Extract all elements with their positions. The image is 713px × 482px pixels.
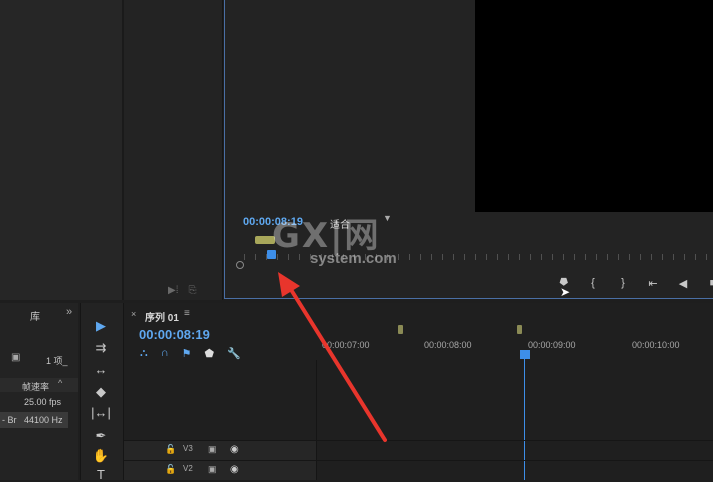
camera-icon[interactable]: ▣ <box>208 444 217 455</box>
close-icon[interactable]: × <box>131 309 136 319</box>
ruler-tick <box>662 254 663 260</box>
linked-selection-icon[interactable]: ⚑ <box>182 347 192 360</box>
zoom-handle-icon[interactable] <box>236 261 244 269</box>
ruler-tick <box>563 254 564 260</box>
settings-wrench-icon[interactable]: 🔧 <box>227 347 241 360</box>
ruler-tick <box>629 254 630 260</box>
frame-rate-column-header[interactable]: 帧速率 <box>22 380 49 393</box>
ruler-tick <box>574 254 575 260</box>
audio-label: - Br <box>2 415 17 425</box>
stop-icon[interactable]: ■ <box>698 277 713 290</box>
selection-tool-icon[interactable]: ▶ <box>91 318 111 334</box>
pen-tool-icon[interactable]: ✒ <box>91 428 111 444</box>
add-marker-icon[interactable]: ⬟ <box>204 347 214 360</box>
source-bottom-icons: ▶⁞ ⎘ <box>168 285 196 296</box>
ruler-tick <box>618 254 619 260</box>
ruler-tick <box>508 254 509 260</box>
track-name: V3 <box>183 444 193 453</box>
sort-arrow-icon[interactable]: ^ <box>58 378 62 388</box>
lock-icon[interactable]: 🔓 <box>165 464 176 475</box>
sequence-tab[interactable]: 序列 01 <box>145 309 179 324</box>
panel-menu-icon[interactable]: ≡ <box>184 308 190 319</box>
ruler-tick <box>486 254 487 260</box>
ruler-tick <box>596 254 597 260</box>
fps-value: 25.00 fps <box>24 397 62 407</box>
export-icon[interactable]: ▶⁞ <box>168 285 178 296</box>
audio-sample-rate: 44100 Hz <box>24 415 63 425</box>
ruler-tick <box>464 254 465 260</box>
ruler-tick <box>398 254 399 260</box>
go-to-in-icon[interactable]: ⇤ <box>638 277 668 290</box>
item-count: 1 项_ <box>46 356 68 366</box>
mouse-cursor-icon: ➤ <box>560 285 571 299</box>
eye-icon[interactable]: ◉ <box>230 444 239 455</box>
nest-icon[interactable]: ⛬ <box>140 347 148 360</box>
ruler-tick <box>255 254 256 260</box>
timeline-timecode[interactable]: 00:00:08:19 <box>139 327 210 342</box>
mark-in-icon[interactable]: { <box>578 277 608 290</box>
ruler-tick <box>431 254 432 260</box>
mark-out-icon[interactable]: } <box>608 277 638 290</box>
ruler-tick <box>244 254 245 260</box>
eye-icon[interactable]: ◉ <box>230 464 239 475</box>
transport-controls: ⯂{}⇤◀■ <box>548 277 713 290</box>
chevron-down-icon[interactable]: ▼ <box>383 213 392 223</box>
ruler-tick <box>552 254 553 260</box>
ruler-tick <box>640 254 641 260</box>
ruler-tick <box>420 254 421 260</box>
ruler-marker[interactable] <box>517 325 522 334</box>
slip-tool-icon[interactable]: |↔| <box>91 405 111 420</box>
insert-icon[interactable]: ⎘ <box>188 285 196 296</box>
ruler-tick <box>585 254 586 260</box>
ruler-tick <box>706 254 707 260</box>
ripple-edit-tool-icon[interactable]: ↔ <box>91 362 111 377</box>
track-select-tool-icon[interactable]: ⇉ <box>91 340 111 356</box>
source-inner-panel <box>0 0 124 300</box>
ruler-tick <box>541 254 542 260</box>
watermark-text: system.com <box>310 250 397 267</box>
more-panels-icon[interactable]: » <box>66 306 72 318</box>
ruler-tick <box>673 254 674 260</box>
ruler-tick <box>684 254 685 260</box>
ruler-marker[interactable] <box>398 325 403 334</box>
timeline-toolbar: ⛬ ∩ ⚑ ⬟ 🔧 <box>140 347 241 360</box>
library-tab[interactable]: 库 <box>30 308 40 323</box>
track-name: V2 <box>183 464 193 473</box>
step-back-icon[interactable]: ◀ <box>668 277 698 290</box>
razor-tool-icon[interactable]: ◆ <box>91 384 111 400</box>
folder-icon[interactable]: ▣ <box>11 352 20 363</box>
time-label: 00:00:07:00 <box>322 340 370 350</box>
ruler-tick <box>530 254 531 260</box>
camera-icon[interactable]: ▣ <box>208 464 217 475</box>
lock-icon[interactable]: 🔓 <box>165 444 176 455</box>
hand-tool-icon[interactable]: ✋ <box>91 448 111 464</box>
ruler-tick <box>475 254 476 260</box>
ruler-tick <box>497 254 498 260</box>
time-label: 00:00:08:00 <box>424 340 472 350</box>
ruler-tick <box>519 254 520 260</box>
video-preview <box>475 0 713 212</box>
ruler-tick <box>453 254 454 260</box>
ruler-tick <box>409 254 410 260</box>
timeline-playhead[interactable] <box>520 350 530 359</box>
ruler-tick <box>607 254 608 260</box>
ruler-tick <box>695 254 696 260</box>
ruler-tick <box>651 254 652 260</box>
snap-icon[interactable]: ∩ <box>161 347 169 360</box>
time-label: 00:00:10:00 <box>632 340 680 350</box>
time-label: 00:00:09:00 <box>528 340 576 350</box>
ruler-tick <box>442 254 443 260</box>
